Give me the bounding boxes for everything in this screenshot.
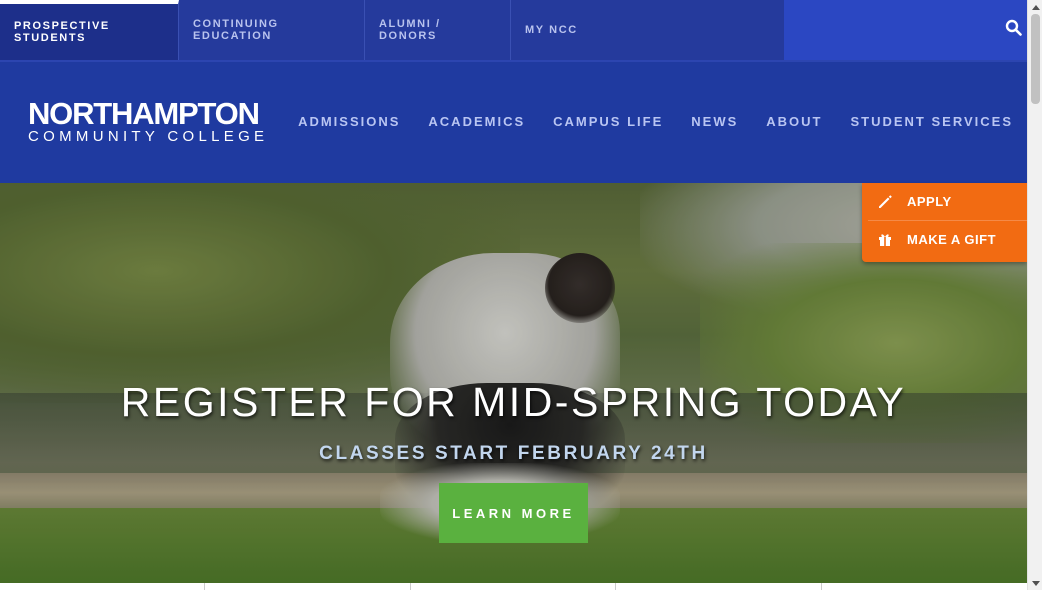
nav-about[interactable]: ABOUT <box>766 114 822 129</box>
college-logo[interactable]: NORTHAMPTON COMMUNITY COLLEGE <box>28 96 269 145</box>
section-divider <box>821 583 822 590</box>
page: PROSPECTIVE STUDENTS CONTINUING EDUCATIO… <box>0 0 1042 590</box>
nav-academics[interactable]: ACADEMICS <box>428 114 525 129</box>
search-icon <box>1005 19 1022 41</box>
scroll-down-arrow-icon[interactable] <box>1028 576 1042 590</box>
section-divider <box>615 583 616 590</box>
tab-continuing-education[interactable]: CONTINUING EDUCATION <box>179 0 365 60</box>
hero-title: REGISTER FOR MID-SPRING TODAY <box>120 379 907 425</box>
gift-icon <box>877 231 893 247</box>
search-button[interactable] <box>784 0 1042 60</box>
make-a-gift-button[interactable]: MAKE A GIFT <box>868 220 1027 257</box>
logo-subtitle: COMMUNITY COLLEGE <box>28 128 269 145</box>
nav-admissions[interactable]: ADMISSIONS <box>298 114 400 129</box>
quick-actions-panel: APPLY MAKE A GIFT <box>862 183 1027 262</box>
tab-alumni-donors[interactable]: ALUMNI / DONORS <box>365 0 511 60</box>
main-nav: ADMISSIONS ACADEMICS CAMPUS LIFE NEWS AB… <box>270 114 1013 129</box>
apply-button[interactable]: APPLY <box>862 183 1027 220</box>
scrollbar-thumb[interactable] <box>1031 14 1040 104</box>
site-header: NORTHAMPTON COMMUNITY COLLEGE ADMISSIONS… <box>0 60 1027 183</box>
logo-wordmark: NORTHAMPTON <box>28 96 260 131</box>
nav-campus-life[interactable]: CAMPUS LIFE <box>553 114 663 129</box>
scroll-up-arrow-icon[interactable] <box>1028 0 1042 14</box>
vertical-scrollbar[interactable] <box>1027 0 1042 590</box>
tab-my-ncc[interactable]: MY NCC <box>511 0 641 60</box>
apply-label: APPLY <box>907 194 952 209</box>
below-fold-section <box>0 583 1027 590</box>
nav-news[interactable]: NEWS <box>691 114 738 129</box>
make-a-gift-label: MAKE A GIFT <box>907 231 997 247</box>
tab-prospective-students[interactable]: PROSPECTIVE STUDENTS <box>0 0 179 60</box>
section-divider <box>204 583 205 590</box>
learn-more-button[interactable]: LEARN MORE <box>439 483 588 543</box>
hero-subtitle: CLASSES START FEBRUARY 24TH <box>319 443 708 464</box>
nav-student-services[interactable]: STUDENT SERVICES <box>850 114 1013 129</box>
pencil-icon <box>877 194 893 210</box>
section-divider <box>410 583 411 590</box>
